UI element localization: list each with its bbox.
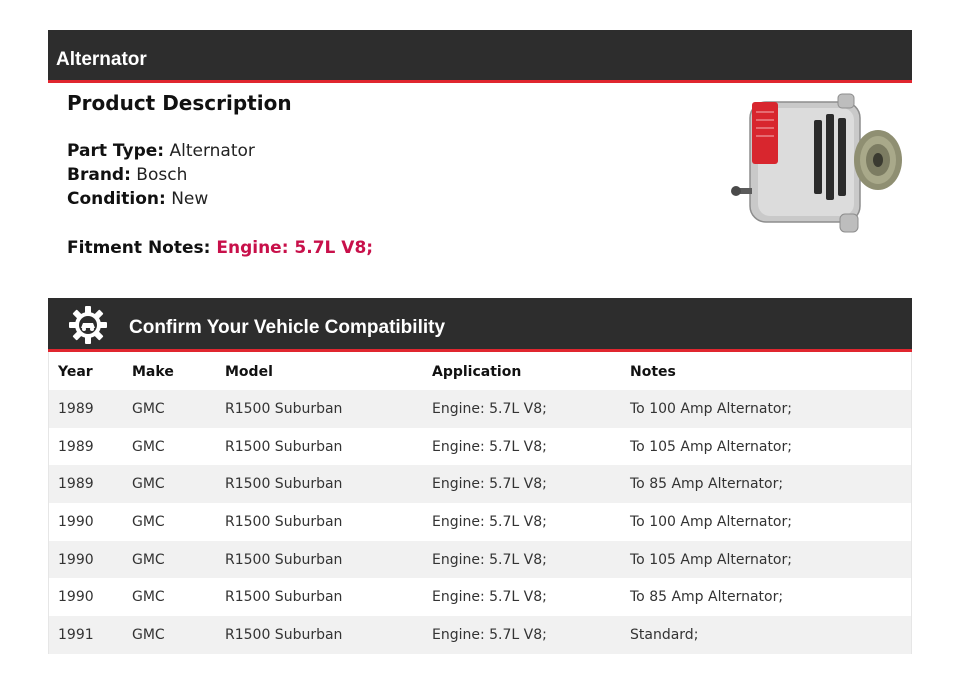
cell-application: Engine: 5.7L V8; xyxy=(432,616,630,654)
col-year: Year xyxy=(58,364,93,380)
table-row: 1989 GMC R1500 Suburban Engine: 5.7L V8; To … xyxy=(49,428,911,466)
col-application: Application xyxy=(432,364,522,380)
brand-value: Bosch xyxy=(136,165,188,185)
fitment-row: Fitment Notes: Engine: 5.7L V8; xyxy=(67,238,373,258)
table-row: 1989 GMC R1500 Suburban Engine: 5.7L V8; To … xyxy=(49,390,911,428)
cell-application: Engine: 5.7L V8; xyxy=(432,540,630,579)
cell-notes: To 100 Amp Alternator; xyxy=(630,390,911,428)
col-model: Model xyxy=(225,364,273,380)
cell-application: Engine: 5.7L V8; xyxy=(432,465,630,504)
brand-label: Brand: xyxy=(67,165,131,185)
cell-application: Engine: 5.7L V8; xyxy=(432,589,547,606)
condition-value: New xyxy=(171,189,209,209)
cell-model: R1500 Suburban xyxy=(225,438,343,455)
compatibility-title: Confirm Your Vehicle Compatibility xyxy=(129,317,446,338)
cell-application: Engine: 5.7L V8; xyxy=(432,390,630,428)
col-notes: Notes xyxy=(630,364,676,380)
part-type-value: Alternator xyxy=(169,141,255,161)
cell-notes: Standard; xyxy=(630,616,911,654)
product-title-bar: Alternator xyxy=(48,30,912,83)
cell-model: R1500 Suburban xyxy=(225,465,432,504)
compatibility-table: Year Make Model Application Notes 1989 GM… xyxy=(48,352,912,654)
cell-notes: To 85 Amp Alternator; xyxy=(630,465,911,504)
fitment-label: Fitment Notes: xyxy=(67,238,211,258)
cell-notes: To 100 Amp Alternator; xyxy=(630,513,792,530)
cell-year: 1990 xyxy=(58,513,94,530)
table-row: 1990 GMC R1500 Suburban Engine: 5.7L V8; To … xyxy=(49,503,911,541)
cell-model: R1500 Suburban xyxy=(225,540,432,579)
table-row: 1991 GMC R1500 Suburban Engine: 5.7L V8; Sta… xyxy=(49,616,911,654)
cell-make: GMC xyxy=(132,390,225,428)
cell-model: R1500 Suburban xyxy=(225,513,343,530)
cell-year: 1990 xyxy=(49,540,132,579)
cell-application: Engine: 5.7L V8; xyxy=(432,513,547,530)
description-heading: Product Description xyxy=(67,91,292,115)
cell-notes: To 85 Amp Alternator; xyxy=(630,589,784,606)
cell-make: GMC xyxy=(132,438,165,455)
cell-make: GMC xyxy=(132,616,225,654)
cell-model: R1500 Suburban xyxy=(225,390,432,428)
alternator-image xyxy=(731,93,902,233)
table-header-row: Year Make Model Application Notes xyxy=(49,352,911,390)
cell-year: 1991 xyxy=(49,616,132,654)
cell-year: 1989 xyxy=(58,438,94,455)
gear-car-icon xyxy=(69,306,107,344)
condition-label: Condition: xyxy=(67,189,166,209)
cell-make: GMC xyxy=(132,465,225,504)
col-make: Make xyxy=(132,364,174,380)
table-row: 1990 GMC R1500 Suburban Engine: 5.7L V8; To … xyxy=(49,540,911,579)
cell-make: GMC xyxy=(132,589,165,606)
cell-year: 1989 xyxy=(49,465,132,504)
brand-row: Brand: Bosch xyxy=(67,165,187,185)
cell-year: 1989 xyxy=(49,390,132,428)
table-row: 1990 GMC R1500 Suburban Engine: 5.7L V8; To … xyxy=(49,578,911,616)
part-type-row: Part Type: Alternator xyxy=(67,141,255,161)
compatibility-bar: Confirm Your Vehicle Compatibility xyxy=(48,298,912,352)
cell-model: R1500 Suburban xyxy=(225,616,432,654)
cell-make: GMC xyxy=(132,513,165,530)
fitment-value: Engine: 5.7L V8; xyxy=(216,238,374,258)
cell-application: Engine: 5.7L V8; xyxy=(432,438,547,455)
part-type-label: Part Type: xyxy=(67,141,165,161)
cell-model: R1500 Suburban xyxy=(225,589,343,606)
cell-notes: To 105 Amp Alternator; xyxy=(630,540,911,579)
cell-year: 1990 xyxy=(58,589,94,606)
condition-row: Condition: New xyxy=(67,189,208,209)
product-title: Alternator xyxy=(56,49,147,70)
table-row: 1989 GMC R1500 Suburban Engine: 5.7L V8; To … xyxy=(49,465,911,504)
cell-notes: To 105 Amp Alternator; xyxy=(630,438,792,455)
cell-make: GMC xyxy=(132,540,225,579)
